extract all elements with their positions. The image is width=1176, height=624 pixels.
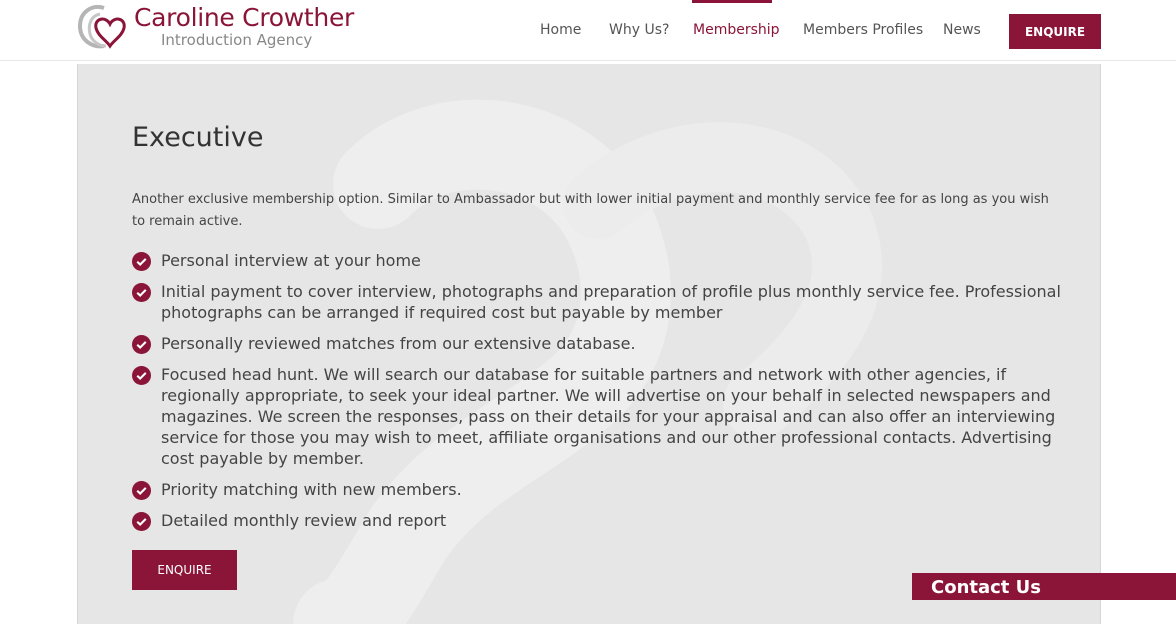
enquire-button[interactable]: ENQUIRE — [132, 550, 237, 590]
enquire-button-header[interactable]: ENQUIRE — [1009, 14, 1101, 49]
feature-text: Personal interview at your home — [161, 251, 421, 270]
check-circle-icon — [132, 283, 151, 302]
feature-item: Detailed monthly review and report — [132, 510, 1062, 531]
feature-text: Focused head hunt. We will search our da… — [161, 365, 1056, 468]
membership-panel: Executive Another exclusive membership o… — [77, 64, 1101, 624]
feature-text: Detailed monthly review and report — [161, 511, 447, 530]
check-circle-icon — [132, 335, 151, 354]
contact-us-tab[interactable]: Contact Us — [912, 573, 1176, 600]
check-circle-icon — [132, 366, 151, 385]
feature-item: Personally reviewed matches from our ext… — [132, 333, 1062, 354]
nav-item-members-profiles[interactable]: Members Profiles — [803, 22, 923, 38]
check-circle-icon — [132, 481, 151, 500]
feature-text: Personally reviewed matches from our ext… — [161, 334, 636, 353]
site-header: Caroline Crowther Introduction Agency Ho… — [0, 0, 1176, 61]
feature-item: Focused head hunt. We will search our da… — [132, 364, 1062, 469]
feature-text: Initial payment to cover interview, phot… — [161, 282, 1061, 322]
nav-item-why-us[interactable]: Why Us? — [609, 22, 669, 38]
feature-item: Initial payment to cover interview, phot… — [132, 281, 1062, 323]
logo[interactable]: Caroline Crowther Introduction Agency — [74, 0, 364, 56]
nav-active-indicator — [692, 0, 772, 3]
check-circle-icon — [132, 252, 151, 271]
feature-item: Personal interview at your home — [132, 250, 1062, 271]
check-circle-icon — [132, 512, 151, 531]
nav-item-news[interactable]: News — [943, 22, 981, 38]
brand-name: Caroline Crowther — [134, 3, 354, 32]
nav-item-membership[interactable]: Membership — [693, 22, 780, 38]
logo-heart-icon — [77, 5, 126, 49]
intro-text: Another exclusive membership option. Sim… — [132, 192, 1049, 229]
feature-item: Priority matching with new members. — [132, 479, 1062, 500]
nav-item-home[interactable]: Home — [540, 22, 581, 38]
page-title: Executive — [132, 122, 264, 153]
feature-text: Priority matching with new members. — [161, 480, 462, 499]
brand-tagline: Introduction Agency — [161, 31, 313, 49]
feature-list: Personal interview at your home Initial … — [132, 250, 1062, 541]
